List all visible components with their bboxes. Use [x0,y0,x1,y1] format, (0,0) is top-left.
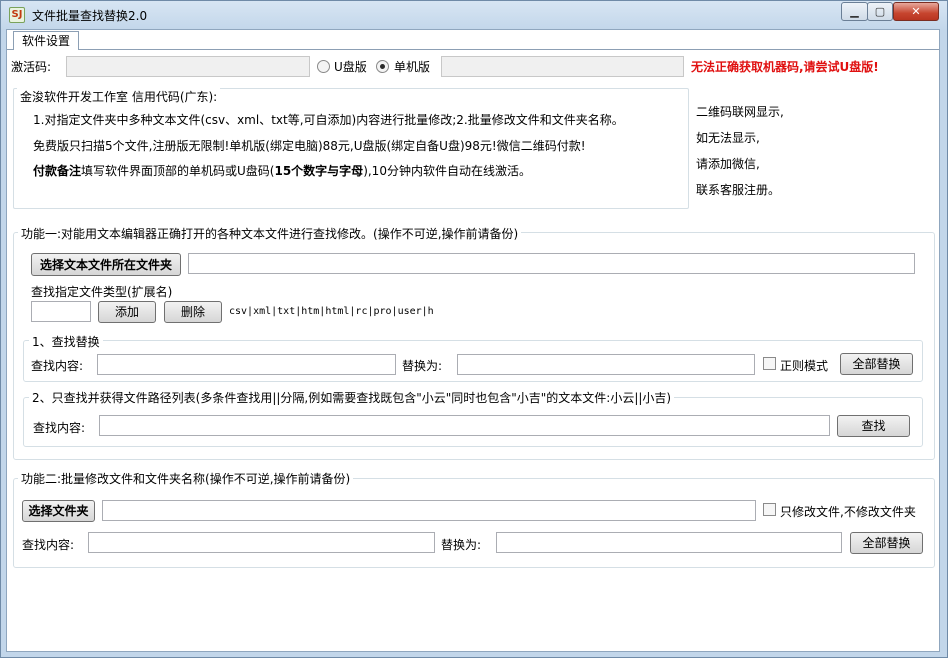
replace-all-button[interactable]: 全部替换 [840,353,913,375]
radio-standalone-label: 单机版 [394,60,431,74]
find-replace-legend: 1、查找替换 [29,333,103,350]
extension-list: csv|xml|txt|htm|html|rc|pro|user|h [229,306,434,317]
machine-code-field[interactable] [441,56,684,77]
find-only-content-label: 查找内容: [33,421,86,435]
activation-code-input[interactable] [66,56,310,77]
maximize-button[interactable]: ▢ [867,2,893,21]
search-button[interactable]: 查找 [837,415,910,437]
replace-with-label: 替换为: [402,359,443,373]
machine-code-warning: 无法正确获取机器码,请尝试U盘版! [691,60,879,74]
close-button[interactable]: ✕ [893,2,939,21]
info-legend: 金浚软件开发工作室 信用代码(广东): [17,88,221,105]
extension-label: 查找指定文件类型(扩展名) [31,285,173,299]
extension-input[interactable] [31,301,91,322]
tab-settings[interactable]: 软件设置 [13,31,79,50]
info-line-1: 1.对指定文件夹中多种文本文件(csv、xml、txt等,可自添加)内容进行批量… [33,113,624,127]
info-line-3-bold: 付款备注 [33,164,82,178]
delete-extension-button[interactable]: 删除 [164,301,222,323]
radio-usb-label: U盘版 [334,60,367,74]
files-only-checkbox[interactable] [763,503,776,516]
text-folder-path-input[interactable] [188,253,915,274]
regex-mode-label: 正则模式 [780,359,829,373]
minimize-button[interactable]: ▁ [841,2,868,21]
activation-code-label: 激活码: [11,60,52,74]
files-only-label: 只修改文件,不修改文件夹 [780,505,916,519]
folder-path-input[interactable] [102,500,756,521]
function-2-legend: 功能二:批量修改文件和文件夹名称(操作不可逆,操作前请备份) [18,470,354,487]
regex-mode-checkbox[interactable] [763,357,776,370]
rename-find-label: 查找内容: [22,538,75,552]
info-line-2: 免费版只扫描5个文件,注册版无限制!单机版(绑定电脑)88元,U盘版(绑定自备U… [33,139,586,153]
radio-standalone-version[interactable] [376,60,389,73]
choose-folder-button[interactable]: 选择文件夹 [22,500,95,522]
info-line-3-b: ),10分钟内软件自动在线激活。 [363,164,531,178]
title-bar[interactable]: SJ 文件批量查找替换2.0 ▁ ▢ ✕ [1,1,947,29]
find-content-input[interactable] [97,354,396,375]
info-line-3-a: 填写软件界面顶部的单机码或U盘码( [81,164,275,178]
add-extension-button[interactable]: 添加 [98,301,156,323]
rename-replace-all-button[interactable]: 全部替换 [850,532,923,554]
qr-note-line-2: 如无法显示, [696,131,760,145]
function-1-legend: 功能一:对能用文本编辑器正确打开的各种文本文件进行查找修改。(操作不可逆,操作前… [18,225,522,242]
replace-with-input[interactable] [457,354,755,375]
qr-note-line-1: 二维码联网显示, [696,105,784,119]
qr-note-line-3: 请添加微信, [696,157,760,171]
info-line-3: 付款备注填写软件界面顶部的单机码或U盘码(15个数字与字母),10分钟内软件自动… [33,162,531,179]
radio-usb-version[interactable] [317,60,330,73]
rename-replace-input[interactable] [496,532,842,553]
function-2-group [13,478,935,568]
find-only-legend: 2、只查找并获得文件路径列表(多条件查找用||分隔,例如需要查找既包含"小云"同… [29,389,675,406]
find-only-content-input[interactable] [99,415,830,436]
app-icon: SJ [9,7,25,23]
info-line-3-bold2: 15个数字与字母 [274,164,364,178]
qr-note-line-4: 联系客服注册。 [696,183,781,197]
find-content-label: 查找内容: [31,359,84,373]
window-title: 文件批量查找替换2.0 [32,9,148,23]
choose-text-folder-button[interactable]: 选择文本文件所在文件夹 [31,253,181,276]
rename-find-input[interactable] [88,532,435,553]
rename-replace-label: 替换为: [441,538,482,552]
tab-divider [7,49,939,50]
